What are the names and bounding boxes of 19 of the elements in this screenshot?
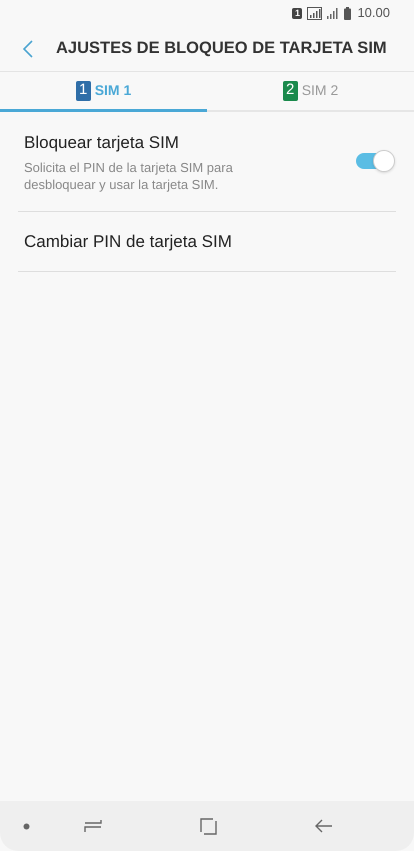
back-icon[interactable] xyxy=(315,819,333,833)
sim-indicator: 1 xyxy=(292,8,302,18)
status-time: 10.00 xyxy=(357,4,390,22)
home-icon[interactable] xyxy=(200,818,217,834)
toggle-switch[interactable] xyxy=(356,153,394,170)
screen-title: AJUSTES DE BLOQUEO DE TARJETA SIM xyxy=(56,38,387,60)
back-icon[interactable] xyxy=(23,40,33,58)
sim-badge: 2 xyxy=(282,80,298,100)
dot-icon[interactable] xyxy=(23,822,30,830)
settings-row[interactable]: Cambiar PIN de tarjeta SIM xyxy=(18,212,396,272)
battery-icon xyxy=(344,6,352,20)
recent-apps-icon[interactable] xyxy=(84,819,102,833)
sim-tab[interactable]: 1 SIM 1 xyxy=(0,72,207,112)
setting-summary: Solicita el PIN de la tarjeta SIM para desbloquear y usar la tarjeta SIM. xyxy=(24,158,234,192)
signal-icon xyxy=(307,6,322,20)
settings-row[interactable]: Bloquear tarjeta SIM Solicita el PIN de la tarjeta SIM para desbloquear y usar la tarjeta SIM. xyxy=(18,112,396,212)
signal-icon xyxy=(327,7,340,19)
sim-badge: 1 xyxy=(76,80,91,100)
sim-tab[interactable]: 2 SIM 2 xyxy=(207,72,414,112)
